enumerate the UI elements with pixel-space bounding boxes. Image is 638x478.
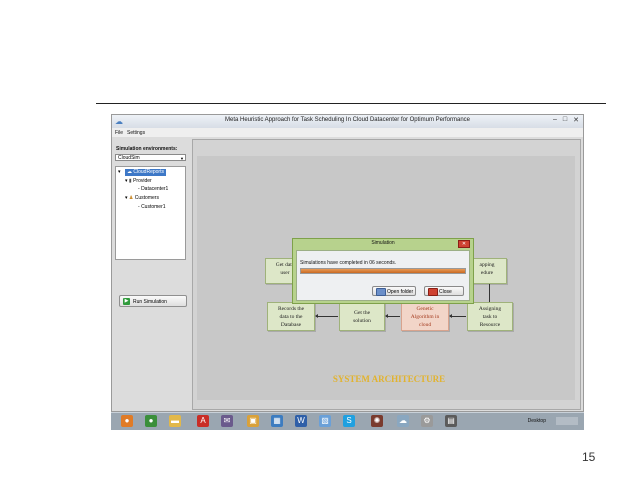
tree-item-datacenter[interactable]: - Datacenter1 [138,186,168,193]
menu-settings[interactable]: Settings [127,130,145,136]
tree-item-customer[interactable]: - Customer1 [138,204,166,211]
arrow-connector [315,314,338,318]
progress-bar [300,268,466,274]
slide-divider [96,103,606,104]
tree-expander-icon[interactable]: ▾ [118,169,121,176]
tools-icon[interactable]: ⚙ [421,415,433,427]
box-line: solution [353,318,371,324]
tree-label: Customer1 [141,204,166,210]
diagram-box-records: Records the data to the Database [267,302,315,331]
word-icon[interactable]: W [295,415,307,427]
connector [489,284,490,302]
open-folder-button[interactable]: Open folder [372,286,416,296]
bullet-icon: - [138,204,140,210]
box-line: Genetic [416,306,434,312]
close-button[interactable]: Close [424,286,464,296]
tree-item-customers[interactable]: ▾ ♟ Customers [125,195,159,202]
open-folder-label: Open folder [387,289,414,295]
firefox-icon[interactable]: ● [121,415,133,427]
tree-label: Customers [134,195,159,201]
box-line: Algorithm in [410,314,440,320]
box-line: task to [482,314,498,320]
dialog-message: Simulations have completed in 06 seconds… [300,260,397,266]
seal-icon[interactable]: ✺ [371,415,383,427]
environment-tree: ▾ ☁ CloudReports ▾ ▮ Provider - Datacent… [115,166,186,260]
dialog-body: Simulations have completed in 06 seconds… [296,250,470,301]
diagram-box-genetic: Genetic Algorithm in cloud [401,302,449,331]
close-window-button[interactable]: ✕ [573,116,579,124]
box-line: Resource [479,322,501,328]
cloud-icon: ☁ [127,169,132,175]
diagram-box-get-solution: Get the solution [339,302,385,331]
paint-icon[interactable]: ▦ [271,415,283,427]
minimize-button[interactable]: – [553,116,557,124]
diagram-box-assigning: Assigning task to Resource [467,302,513,331]
folder-icon [376,288,386,296]
arrow-connector [385,314,400,318]
server-icon: ▮ [128,178,132,184]
dialog-close-icon[interactable]: ✕ [458,240,470,248]
title-bar: ☁ Meta Heuristic Approach for Task Sched… [112,115,583,129]
chevron-down-icon: ▼ [180,156,184,161]
chrome-icon[interactable]: ● [145,415,157,427]
tree-label: CloudReports [133,169,164,175]
skype-icon[interactable]: S [343,415,355,427]
play-icon: ▶ [123,298,130,305]
env-select-value: CloudSim [118,155,140,161]
menu-bar: File Settings [112,128,583,137]
left-panel: Simulation environments: CloudSim ▼ ▾ ☁ … [114,139,192,379]
arrow-connector [449,314,466,318]
box-line: Assigning [478,306,502,312]
system-tray [556,417,578,425]
taskbar: ● ● ▬ A ✉ ▣ ▦ W ▧ S ✺ ☁ ⚙ ▤ Desktop [111,412,584,430]
page-number: 15 [582,450,596,464]
bullet-icon: - [138,186,140,192]
tree-expander-icon: ▾ [125,195,128,201]
app-icon[interactable]: ▤ [445,415,457,427]
maximize-button[interactable]: □ [563,116,567,124]
tree-label: Provider [133,178,152,184]
env-select[interactable]: CloudSim ▼ [115,154,186,161]
window-controls: – □ ✕ [553,116,579,124]
folder-icon[interactable]: ▬ [169,415,181,427]
tree-item-provider[interactable]: ▾ ▮ Provider [125,178,152,185]
explorer-icon[interactable]: ▣ [247,415,259,427]
tree-item-cloudreports[interactable]: ☁ CloudReports [125,169,166,176]
box-line: data to the [279,314,303,320]
box-line: Get the [353,310,371,316]
menu-file[interactable]: File [115,130,123,136]
run-simulation-button[interactable]: ▶ Run Simulation [119,295,187,307]
env-label: Simulation environments: [116,146,178,152]
run-simulation-label: Run Simulation [133,299,167,305]
diagram-title: SYSTEM ARCHITECTURE [332,374,446,384]
close-label: Close [439,289,452,295]
box-line: Records the [277,306,305,312]
window-title: Meta Heuristic Approach for Task Schedul… [224,117,470,123]
pdf-icon[interactable]: A [197,415,209,427]
simulation-dialog: Simulation ✕ Simulations have completed … [292,238,474,304]
tree-label: Datacenter1 [141,186,169,192]
dialog-title: Simulation [371,240,395,246]
mail-icon[interactable]: ✉ [221,415,233,427]
box-line: cloud [418,322,432,328]
cloud-icon[interactable]: ☁ [397,415,409,427]
close-icon [428,288,438,296]
desktop-label[interactable]: Desktop [528,418,546,424]
box-line: Database [280,322,302,328]
users-icon: ♟ [128,195,134,201]
image-icon[interactable]: ▧ [319,415,331,427]
progress-fill [301,269,465,273]
tree-expander-icon: ▾ [125,178,128,184]
